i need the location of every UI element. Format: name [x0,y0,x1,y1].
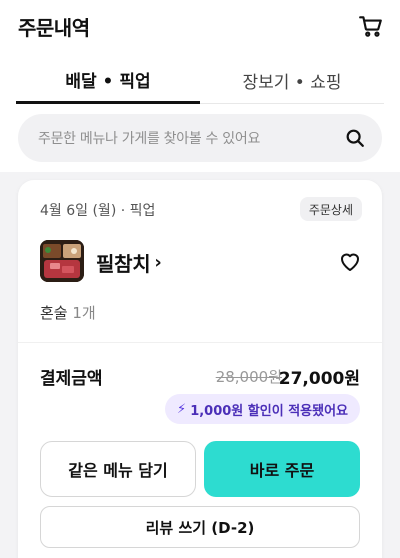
discount-badge: ⚡ 1,000원 할인이 적용됐어요 [165,394,360,424]
page-title: 주문내역 [18,16,90,40]
cart-icon[interactable] [358,13,384,39]
search-icon[interactable] [344,127,366,149]
tab-grocery-shopping[interactable]: 장보기 • 쇼핑 [200,58,384,104]
payment-label: 결제금액 [40,369,103,389]
order-detail-button[interactable]: 주문상세 [299,197,362,221]
tab-delivery-pickup[interactable]: 배달 • 픽업 [16,58,200,104]
write-review-button[interactable]: 리뷰 쓰기 (D-2) [40,506,360,548]
store-name: 필참치 [96,252,151,276]
item-name: 혼술 [40,304,68,322]
chevron-right-icon: › [154,252,162,273]
final-price: 27,000원 [278,369,360,389]
order-card: 4월 6일 (월) · 픽업 주문상세 필참치 › 혼술 1개 결제금액 28,… [18,180,382,558]
reorder-button[interactable]: 바로 주문 [204,441,360,497]
divider [18,342,382,343]
add-same-menu-button[interactable]: 같은 메뉴 담기 [40,441,196,497]
order-type-tabs: 배달 • 픽업 장보기 • 쇼핑 [0,58,400,104]
store-name-link[interactable]: 필참치 › [96,248,162,277]
item-quantity: 1개 [72,304,96,322]
original-price: 28,000원 [215,368,282,386]
discount-text: 1,000원 할인이 적용됐어요 [190,403,348,419]
search-input[interactable]: 주문한 메뉴나 가게를 찾아볼 수 있어요 [38,128,260,148]
search-bar[interactable]: 주문한 메뉴나 가게를 찾아볼 수 있어요 [18,114,382,162]
lightning-icon: ⚡ [177,401,187,417]
app-header: 주문내역 [0,0,400,56]
heart-icon[interactable] [338,250,362,272]
order-date-type: 4월 6일 (월) · 픽업 [40,203,156,219]
order-items: 혼술 1개 [40,302,96,323]
store-thumbnail[interactable] [40,240,84,282]
